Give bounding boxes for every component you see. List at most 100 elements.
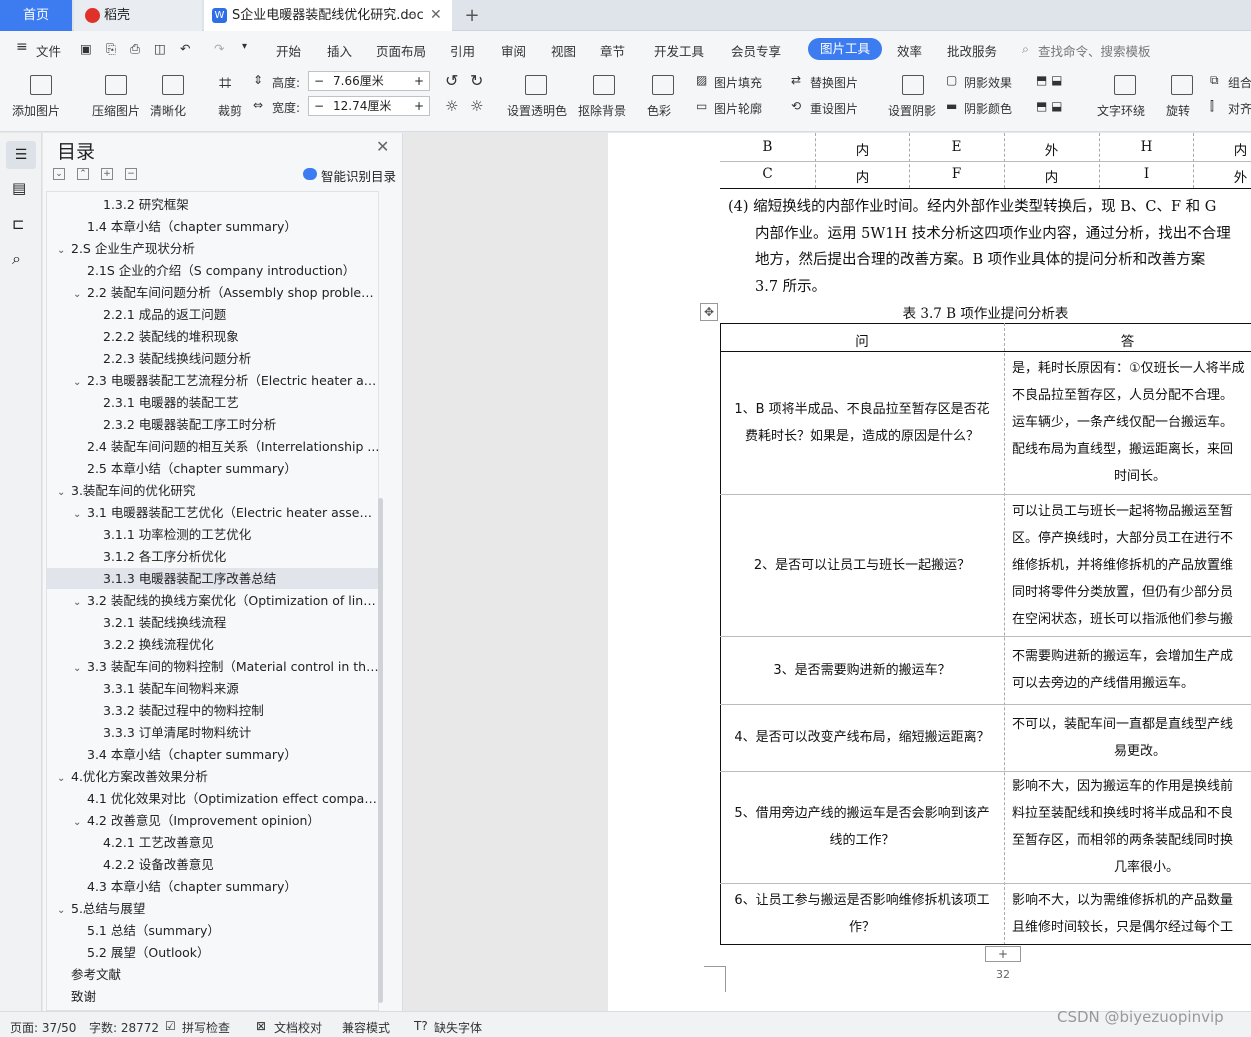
new-tab-button[interactable]: + xyxy=(460,0,484,31)
spell-check-button[interactable]: 拼写检查 xyxy=(182,1019,230,1036)
shadow-effect-button[interactable]: 阴影效果 xyxy=(964,74,1012,91)
toc-item[interactable]: ⌄ 5.总结与展望 xyxy=(47,898,378,919)
more-icon[interactable]: ▾ xyxy=(242,41,247,52)
print-icon[interactable]: ⎙ xyxy=(130,41,140,57)
menu-picture-tools[interactable]: 图片工具 xyxy=(808,38,882,60)
toc-item[interactable]: 3.2.1 装配线换线流程 xyxy=(47,612,378,633)
chevron-down-icon[interactable]: ⌄ xyxy=(73,284,87,303)
expand-all-icon[interactable]: ⌃ xyxy=(77,168,89,180)
menu-chapter[interactable]: 章节 xyxy=(600,41,625,60)
toc-item[interactable]: 2.4 装配车间问题的相互关系（Interrelationship ... xyxy=(47,436,378,457)
add-row-button[interactable]: + xyxy=(985,946,1021,962)
toc-scrollbar[interactable] xyxy=(378,498,383,1003)
menu-start[interactable]: 开始 xyxy=(276,41,301,60)
plus-icon[interactable]: + xyxy=(414,97,424,115)
shadow-nudge-icon[interactable]: ⬒ ⬓ xyxy=(1036,99,1063,113)
minus-icon[interactable]: − xyxy=(314,97,324,115)
bookmark-icon[interactable]: ⊏ xyxy=(12,215,30,233)
missing-font-button[interactable]: 缺失字体 xyxy=(434,1019,482,1036)
shadow-nudge-icon[interactable]: ⬒ ⬓ xyxy=(1036,73,1063,87)
brightness-icon[interactable]: ☼ xyxy=(445,97,458,115)
group-button[interactable]: 组合 xyxy=(1228,74,1251,91)
rotate-right-icon[interactable]: ↻ xyxy=(470,71,483,90)
tab-daoke[interactable]: 稻壳 xyxy=(74,0,202,31)
chevron-down-icon[interactable]: ⌄ xyxy=(57,482,71,501)
close-icon[interactable]: ✕ xyxy=(430,0,442,31)
toc-item[interactable]: ⌄ 2.2 装配车间问题分析（Assembly shop problem ... xyxy=(47,282,378,303)
height-input[interactable]: − 7.66厘米 + xyxy=(308,71,430,91)
toc-item[interactable]: 2.2.1 成品的返工问题 xyxy=(47,304,378,325)
toc-icon[interactable]: ☰ xyxy=(6,141,36,169)
rotate-left-icon[interactable]: ↺ xyxy=(445,71,458,90)
toc-item[interactable]: 3.3.3 订单清尾时物料统计 xyxy=(47,722,378,743)
toc-item[interactable]: 5.2 展望（Outlook） xyxy=(47,942,378,963)
search-icon[interactable]: ⌕ xyxy=(1022,41,1029,57)
shadow-color-button[interactable]: 阴影颜色 xyxy=(964,100,1012,117)
toc-item[interactable]: 3.4 本章小结（chapter summary） xyxy=(47,744,378,765)
toc-item[interactable]: 4.2.1 工艺改善意见 xyxy=(47,832,378,853)
toc-item[interactable]: 参考文献 xyxy=(47,964,378,985)
menu-reference[interactable]: 引用 xyxy=(450,41,475,60)
toc-item[interactable]: 4.3 本章小结（chapter summary） xyxy=(47,876,378,897)
minus-icon[interactable]: − xyxy=(314,72,324,90)
export-icon[interactable]: ⎘ xyxy=(106,41,116,57)
chevron-down-icon[interactable]: ⌄ xyxy=(73,504,87,523)
chevron-down-icon[interactable]: ⌄ xyxy=(73,372,87,391)
undo-icon[interactable]: ↶ xyxy=(180,41,190,56)
menu-layout[interactable]: 页面布局 xyxy=(376,41,426,60)
toc-item[interactable]: 3.1.2 各工序分析优化 xyxy=(47,546,378,567)
toc-item[interactable]: 2.1S 企业的介绍（S company introduction） xyxy=(47,260,378,281)
toc-item[interactable]: 2.3.2 电暖器装配工序工时分析 xyxy=(47,414,378,435)
table-move-handle-icon[interactable]: ✥ xyxy=(700,303,718,321)
chevron-down-icon[interactable]: ⌄ xyxy=(73,592,87,611)
picture-outline-button[interactable]: 图片轮廓 xyxy=(714,100,762,117)
toc-item[interactable]: 1.4 本章小结（chapter summary） xyxy=(47,216,378,237)
search-icon[interactable]: ⌕ xyxy=(12,249,30,268)
page-counter[interactable]: 页面: 37/50 xyxy=(10,1019,76,1036)
remove-heading-icon[interactable]: − xyxy=(125,168,137,180)
toc-item[interactable]: 3.2.2 换线流程优化 xyxy=(47,634,378,655)
chevron-down-icon[interactable]: ⌄ xyxy=(57,240,71,259)
toc-item[interactable]: 3.3.1 装配车间物料来源 xyxy=(47,678,378,699)
monitor-icon[interactable]: ▭ xyxy=(406,0,416,31)
menu-devtools[interactable]: 开发工具 xyxy=(654,41,704,60)
toc-item[interactable]: 3.1.3 电暖器装配工序改善总结 xyxy=(47,568,378,589)
menu-insert[interactable]: 插入 xyxy=(327,41,352,60)
menu-member[interactable]: 会员专享 xyxy=(731,41,781,60)
chevron-down-icon[interactable]: ⌄ xyxy=(73,658,87,677)
chevron-down-icon[interactable]: ⌄ xyxy=(57,768,71,787)
add-heading-icon[interactable]: + xyxy=(101,168,113,180)
plus-icon[interactable]: + xyxy=(414,72,424,90)
tab-document[interactable]: W S企业电暖器装配线优化研究.doc ▭ ✕ xyxy=(204,0,452,31)
contrast-icon[interactable]: ☼ xyxy=(470,97,483,115)
collapse-all-icon[interactable]: ⌄ xyxy=(53,168,65,180)
toc-item[interactable]: ⌄ 2.S 企业生产现状分析 xyxy=(47,238,378,259)
menu-file[interactable]: 文件 xyxy=(36,41,61,60)
toc-item[interactable]: ⌄ 4.2 改善意见（Improvement opinion） xyxy=(47,810,378,831)
menu-correction[interactable]: 批改服务 xyxy=(947,41,997,60)
command-search[interactable]: 查找命令、搜索模板 xyxy=(1038,41,1151,60)
toc-item[interactable]: 2.5 本章小结（chapter summary） xyxy=(47,458,378,479)
width-input[interactable]: − 12.74厘米 + xyxy=(308,96,430,116)
menu-efficiency[interactable]: 效率 xyxy=(897,41,922,60)
smart-toc-button[interactable]: 智能识别目录 xyxy=(321,166,396,185)
close-icon[interactable]: ✕ xyxy=(376,137,389,156)
align-button[interactable]: 对齐 xyxy=(1228,100,1251,117)
toc-item[interactable]: 2.2.2 装配线的堆积现象 xyxy=(47,326,378,347)
save-icon[interactable]: ▣ xyxy=(80,41,92,56)
replace-picture-button[interactable]: 替换图片 xyxy=(810,74,858,91)
toc-item[interactable]: ⌄ 4.优化方案改善效果分析 xyxy=(47,766,378,787)
hamburger-icon[interactable]: ≡ xyxy=(16,39,28,55)
toc-item[interactable]: 4.1 优化效果对比（Optimization effect compari..… xyxy=(47,788,378,809)
toc-item[interactable]: ⌄ 3.2 装配线的换线方案优化（Optimization of line ... xyxy=(47,590,378,611)
toc-item[interactable]: ⌄ 2.3 电暖器装配工艺流程分析（Electric heater ass... xyxy=(47,370,378,391)
toc-item[interactable]: ⌄ 3.3 装配车间的物料控制（Material control in the .… xyxy=(47,656,378,677)
toc-item[interactable]: 5.1 总结（summary） xyxy=(47,920,378,941)
proofread-button[interactable]: 文档校对 xyxy=(274,1019,322,1036)
preview-icon[interactable]: ◫ xyxy=(154,41,166,56)
chevron-down-icon[interactable]: ⌄ xyxy=(73,812,87,831)
toc-item[interactable]: 3.1.1 功率检测的工艺优化 xyxy=(47,524,378,545)
picture-fill-button[interactable]: 图片填充 xyxy=(714,74,762,91)
toc-item[interactable]: ⌄ 3.装配车间的优化研究 xyxy=(47,480,378,501)
toc-item[interactable]: 1.3.2 研究框架 xyxy=(47,194,378,215)
